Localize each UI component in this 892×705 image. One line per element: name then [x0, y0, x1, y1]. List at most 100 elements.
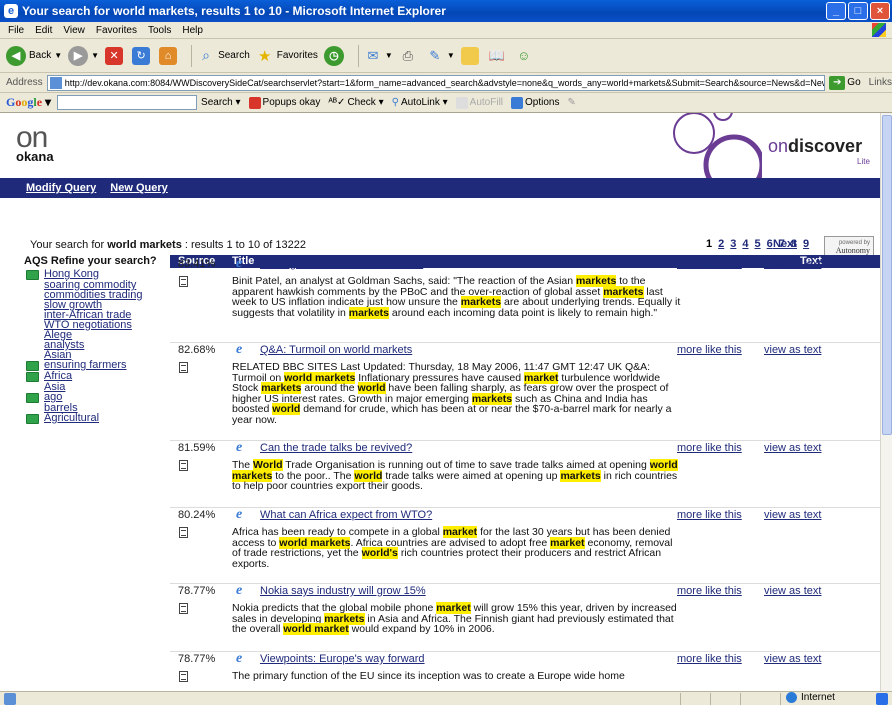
document-icon[interactable] [179, 460, 188, 471]
menu-edit[interactable]: Edit [35, 25, 52, 36]
google-logo[interactable]: Google ▾ [6, 95, 51, 110]
folder-icon[interactable] [26, 360, 39, 371]
vertical-scrollbar[interactable] [880, 113, 892, 691]
pencil-icon[interactable]: ✎ [568, 97, 576, 108]
ie-page-icon[interactable]: e [236, 257, 249, 271]
new-query-link[interactable]: New Query [110, 182, 167, 194]
view-as-text-link[interactable]: view as text [764, 258, 821, 270]
edit-button[interactable]: ✎ ▼ [426, 47, 454, 65]
page-link[interactable]: 5 [755, 238, 761, 250]
next-page-link[interactable]: Next [773, 238, 797, 250]
print-button[interactable]: ⎙ [399, 47, 420, 65]
view-as-text-link[interactable]: view as text [764, 442, 821, 454]
resize-grip-icon[interactable] [876, 693, 888, 705]
result-title-link[interactable]: Can the trade talks be revived? [260, 442, 412, 454]
history-icon: ◷ [323, 45, 344, 66]
document-icon[interactable] [179, 603, 188, 614]
ie-page-icon[interactable]: e [236, 508, 249, 522]
folder-icon[interactable] [26, 413, 39, 424]
favorites-button[interactable]: ★ Favorites [256, 47, 318, 65]
result-title-link[interactable]: Viewpoints: Europe's way forward [260, 653, 425, 665]
modify-query-link[interactable]: Modify Query [26, 182, 96, 194]
page-link[interactable]: 9 [803, 238, 809, 250]
tree-node-link[interactable]: Agricultural [44, 413, 99, 424]
view-as-text-link[interactable]: view as text [764, 344, 821, 356]
google-search-button[interactable]: Search ▾ [201, 97, 241, 108]
research-button[interactable]: 📖 [488, 47, 509, 65]
minimize-button[interactable]: _ [826, 2, 846, 20]
google-search-input[interactable] [57, 95, 198, 110]
globe-icon [786, 692, 797, 703]
result-title-link[interactable]: Nokia says industry will grow 15% [260, 585, 426, 597]
highlighted-term: markets [348, 306, 390, 319]
messenger-button[interactable]: ☺ [515, 47, 536, 65]
more-like-this-link[interactable]: more like this [677, 258, 742, 270]
ie-page-icon[interactable]: e [236, 441, 249, 455]
result-row: 78.77% e Viewpoints: Europe's way forward m… [170, 652, 880, 691]
close-button[interactable]: × [870, 2, 890, 20]
search-button[interactable]: ⌕ Search [197, 47, 250, 65]
result-row: 81.59% e Can the trade talks be revived? mo… [170, 441, 880, 508]
result-title-link[interactable]: Carnage returns to world markets [260, 258, 423, 270]
result-title-link[interactable]: Q&A: Turmoil on world markets [260, 344, 412, 356]
menu-file[interactable]: File [8, 25, 24, 36]
autolink-button[interactable]: ⚲ AutoLink ▾ [392, 97, 448, 108]
options-button[interactable]: Options [511, 96, 560, 109]
page-status-icon [4, 692, 16, 705]
menu-tools[interactable]: Tools [148, 25, 171, 36]
more-like-this-link[interactable]: more like this [677, 344, 742, 356]
more-like-this-link[interactable]: more like this [677, 442, 742, 454]
go-button[interactable]: ➔ Go [829, 75, 861, 90]
mail-button[interactable]: ✉ ▼ [364, 47, 392, 65]
document-icon[interactable] [179, 671, 188, 682]
folder-button[interactable] [460, 46, 482, 65]
result-title-link[interactable]: What can Africa expect from WTO? [260, 509, 432, 521]
page-viewport: on okana ondiscover Lite Modify Query Ne… [0, 113, 880, 691]
autofill-button[interactable]: AutoFill [455, 96, 503, 109]
security-zone: Internet [786, 692, 835, 703]
snippet-text: The primary function of the EU since its… [232, 670, 625, 682]
more-like-this-link[interactable]: more like this [677, 509, 742, 521]
scrollbar-thumb[interactable] [882, 115, 892, 435]
spell-check-button[interactable]: ᴬᴮ✓ Check ▾ [328, 97, 383, 108]
stop-button[interactable]: ✕ [105, 46, 126, 65]
menu-favorites[interactable]: Favorites [96, 25, 137, 36]
more-like-this-link[interactable]: more like this [677, 653, 742, 665]
page-link[interactable]: 3 [730, 238, 736, 250]
chevron-down-icon: ▼ [54, 51, 63, 60]
back-button[interactable]: ◀ Back ▼ [6, 45, 63, 66]
links-button[interactable]: Links [869, 77, 892, 88]
menu-view[interactable]: View [63, 25, 85, 36]
document-icon[interactable] [179, 527, 188, 538]
address-input[interactable]: http://dev.okana.com:8084/WWDiscoverySid… [46, 74, 826, 91]
history-button[interactable]: ◷ [323, 45, 347, 66]
ie-page-icon[interactable]: e [236, 652, 249, 666]
folder-icon[interactable] [26, 269, 39, 280]
page-link[interactable]: 2 [718, 238, 724, 250]
result-row: 82.68% e Q&A: Turmoil on world markets more… [170, 343, 880, 441]
folder-icon[interactable] [26, 392, 39, 403]
abc-check-icon: ᴬᴮ✓ [328, 97, 346, 108]
refine-tree: Hong Kong soaring commodity commodities tr… [26, 269, 168, 424]
page-link[interactable]: 4 [742, 238, 748, 250]
home-button[interactable]: ⌂ [159, 46, 180, 65]
more-like-this-link[interactable]: more like this [677, 585, 742, 597]
folder-icon[interactable] [26, 371, 39, 382]
result-row: 80.24% e What can Africa expect from WTO? m… [170, 508, 880, 584]
view-as-text-link[interactable]: view as text [764, 653, 821, 665]
maximize-button[interactable]: □ [848, 2, 868, 20]
okana-logo[interactable]: on okana [16, 123, 54, 165]
view-as-text-link[interactable]: view as text [764, 509, 821, 521]
page-link[interactable]: 1 [706, 238, 712, 250]
menu-help[interactable]: Help [182, 25, 203, 36]
document-icon[interactable] [179, 362, 188, 373]
ie-page-icon[interactable]: e [236, 343, 249, 357]
popup-blocker-button[interactable]: Popups okay [248, 96, 320, 109]
ie-page-icon[interactable]: e [236, 584, 249, 598]
refresh-button[interactable]: ↻ [132, 46, 153, 65]
forward-arrow-icon: ▶ [68, 45, 89, 66]
forward-button[interactable]: ▶ ▼ [68, 45, 99, 66]
page-link[interactable]: 6 [767, 238, 773, 250]
document-icon[interactable] [179, 276, 188, 287]
view-as-text-link[interactable]: view as text [764, 585, 821, 597]
